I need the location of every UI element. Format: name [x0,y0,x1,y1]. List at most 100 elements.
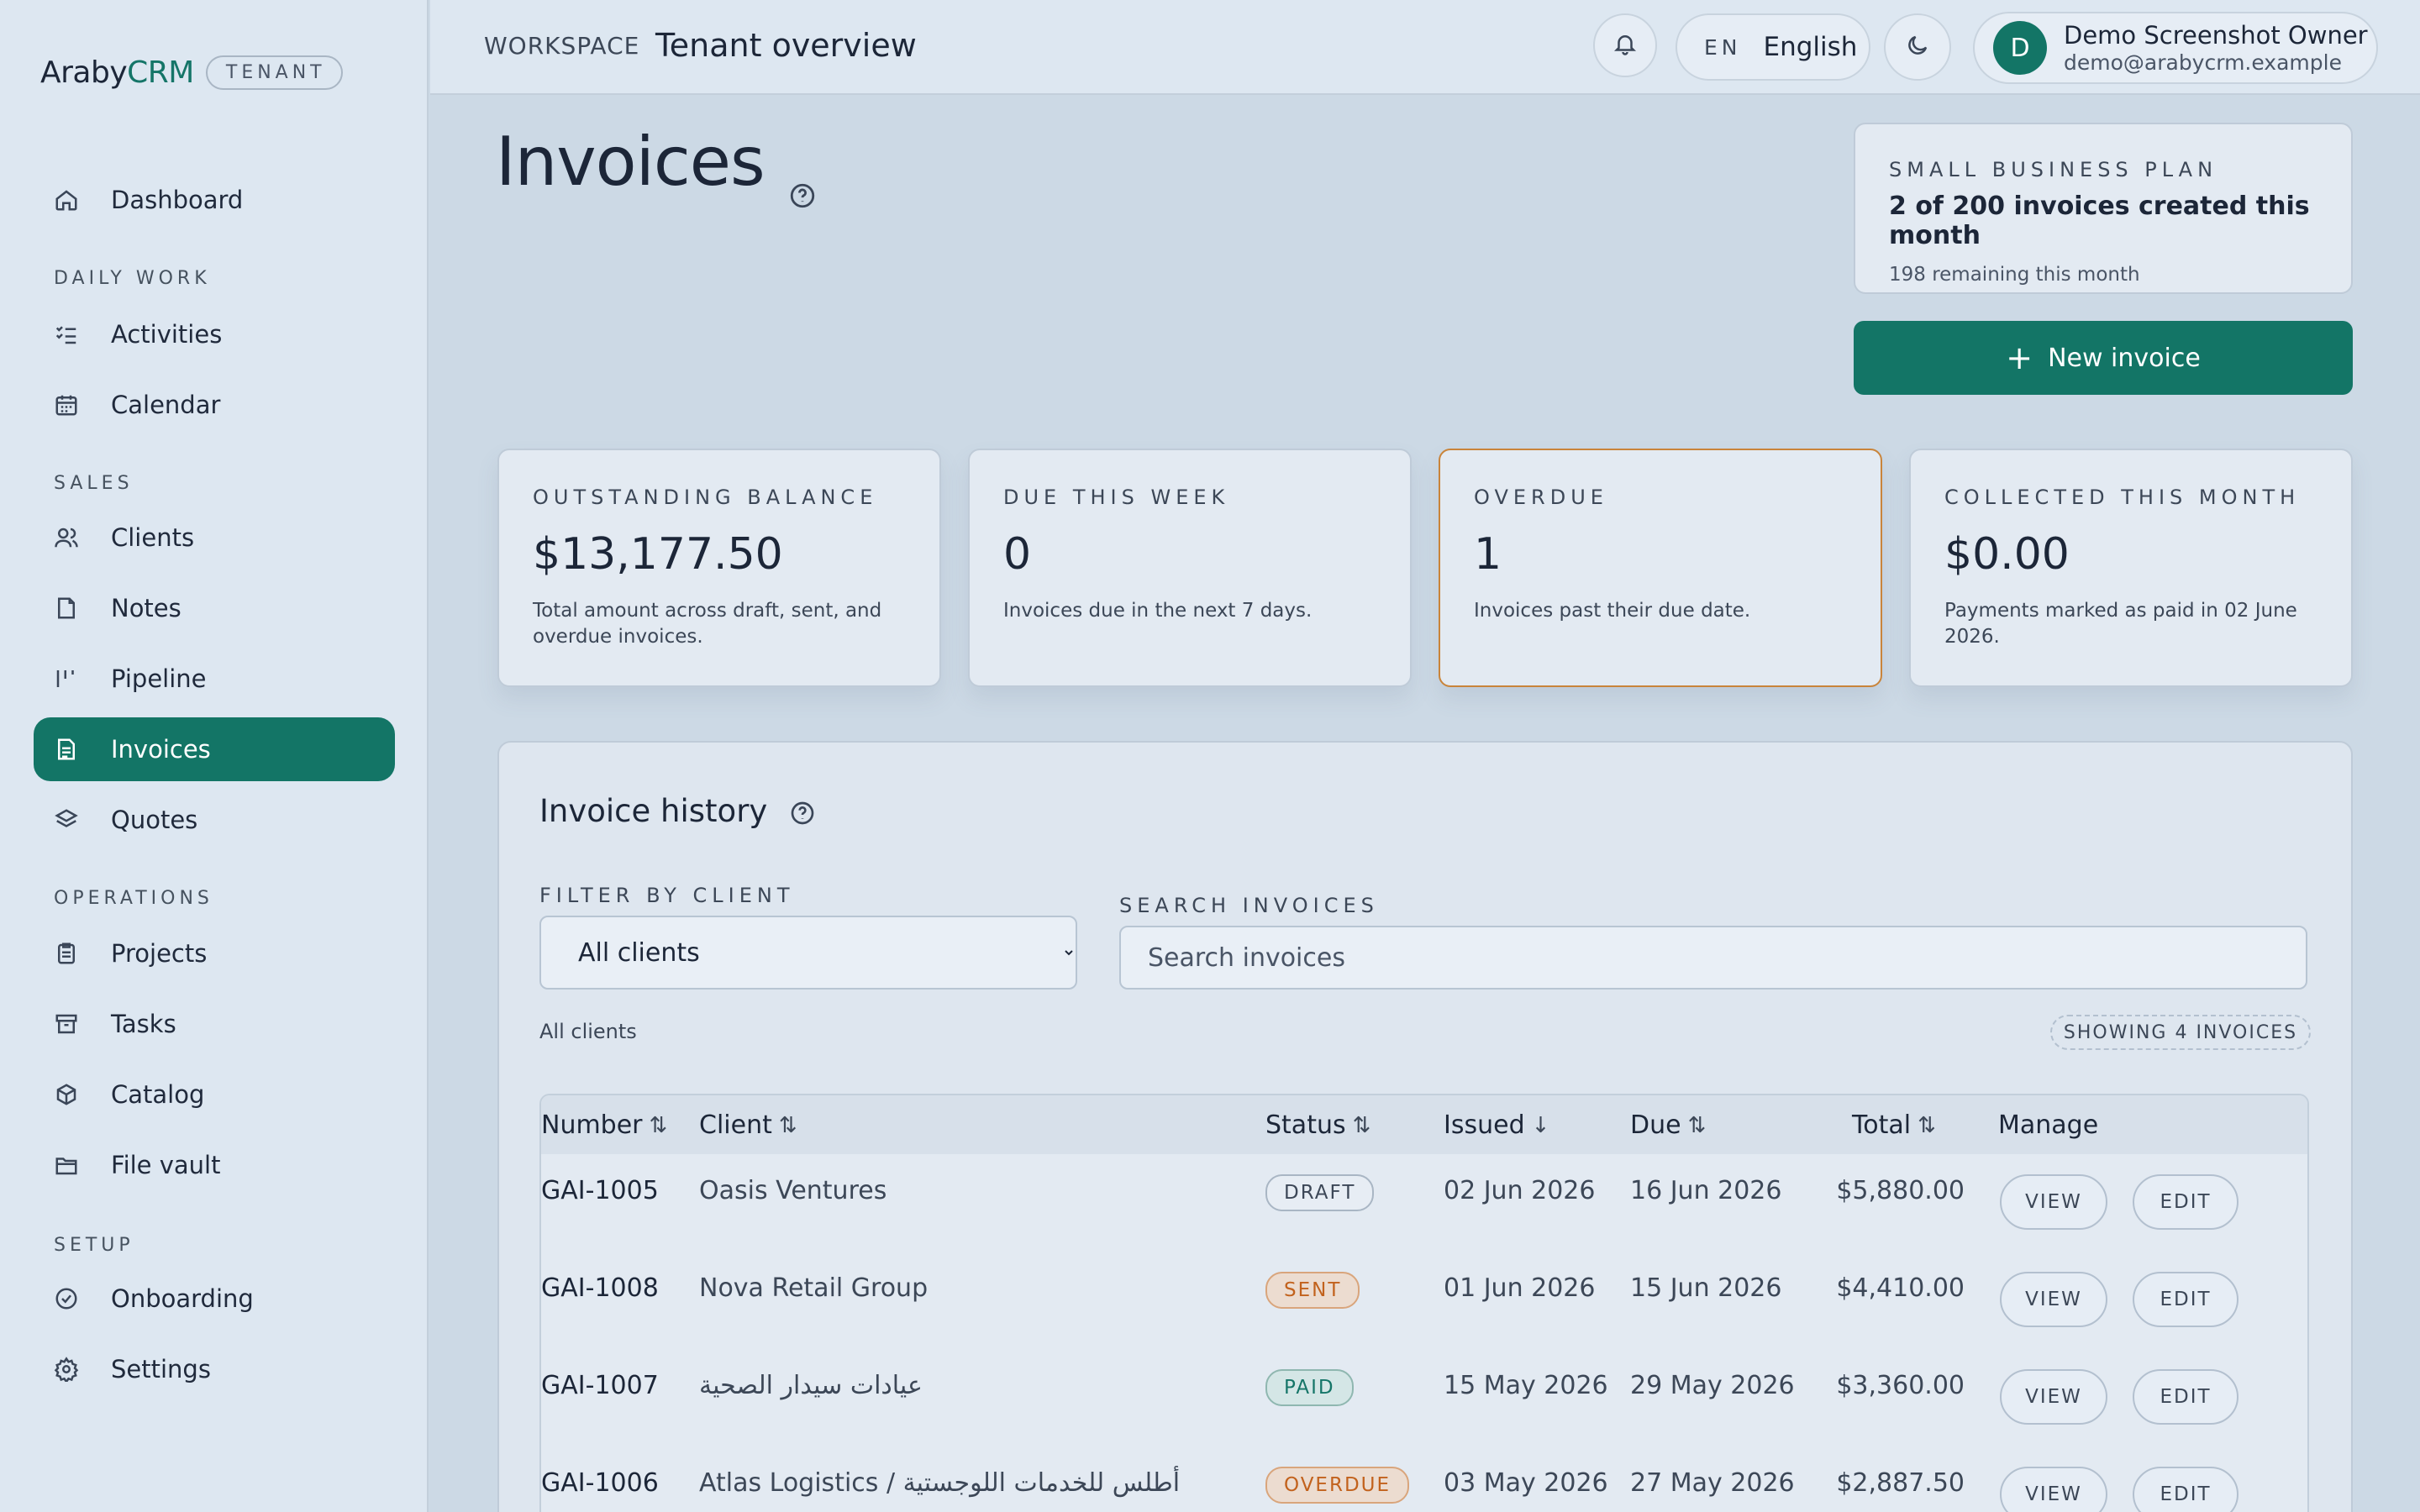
column-client[interactable]: Client ⇅ [699,1110,797,1140]
gear-icon [52,1355,81,1383]
table-row: GAI-1006 Atlas Logistics / أطلس للخدمات … [541,1446,2307,1512]
sidebar-item-calendar[interactable]: Calendar [34,373,395,437]
view-button[interactable]: VIEW [2000,1272,2107,1327]
column-status[interactable]: Status ⇅ [1265,1110,1370,1140]
top-bar: WORKSPACE Tenant overview EN English D D… [430,0,2420,95]
edit-button[interactable]: EDIT [2133,1369,2238,1425]
invoice-issued: 03 May 2026 [1444,1468,1608,1498]
invoice-number[interactable]: GAI-1007 [541,1371,659,1400]
invoice-number[interactable]: GAI-1006 [541,1468,659,1498]
users-icon [52,523,81,552]
list-check-icon [52,320,81,349]
stat-card-outstanding: OUTSTANDING BALANCE $13,177.50 Total amo… [497,449,941,687]
table-row: GAI-1008 Nova Retail Group SENT 01 Jun 2… [541,1252,2307,1349]
stat-label: COLLECTED THIS MONTH [1944,486,2301,509]
user-name: Demo Screenshot Owner [2064,21,2368,50]
box-icon [52,1080,81,1109]
search-input[interactable] [1119,926,2307,990]
edit-button[interactable]: EDIT [2133,1467,2238,1512]
sidebar-item-projects[interactable]: Projects [34,921,395,985]
sidebar-item-tasks[interactable]: Tasks [34,992,395,1056]
page-title-row: Invoices [496,123,817,207]
view-button[interactable]: VIEW [2000,1467,2107,1512]
theme-toggle-button[interactable] [1884,13,1951,81]
stat-description: Invoices past their due date. [1474,600,1751,622]
invoice-client: Atlas Logistics / أطلس للخدمات اللوجستية [699,1468,1181,1498]
stat-description: Total amount across draft, sent, and ove… [533,600,882,648]
invoice-due: 15 Jun 2026 [1630,1273,1782,1303]
sidebar-item-settings[interactable]: Settings [34,1337,395,1401]
invoice-total: $2,887.50 [1836,1468,1965,1498]
column-issued[interactable]: Issued ↓ [1444,1110,1549,1140]
client-filter-select[interactable]: All clients [539,916,1077,990]
active-filter-note: All clients [539,1020,637,1043]
column-manage: Manage [1998,1110,2099,1140]
invoice-due: 16 Jun 2026 [1630,1176,1782,1205]
invoice-number[interactable]: GAI-1005 [541,1176,659,1205]
sidebar-item-invoices[interactable]: Invoices [34,717,395,781]
notifications-button[interactable] [1593,13,1657,77]
layers-icon [52,806,81,834]
sidebar-item-pipeline[interactable]: Pipeline [34,647,395,711]
sidebar-item-dashboard[interactable]: Dashboard [34,168,395,232]
sidebar-item-onboarding[interactable]: Onboarding [34,1267,395,1331]
search-invoices-label: SEARCH INVOICES [1119,894,1379,917]
invoice-total: $5,880.00 [1836,1176,1965,1205]
edit-button[interactable]: EDIT [2133,1174,2238,1230]
view-button[interactable]: VIEW [2000,1369,2107,1425]
invoice-table: Number ⇅ Client ⇅ Status ⇅ Issued ↓ Due ⇅ Tot… [539,1094,2309,1512]
filter-by-client-label: FILTER BY CLIENT [539,884,795,907]
section-operations: OPERATIONS [54,888,213,909]
breadcrumb-workspace[interactable]: WORKSPACE [484,32,639,60]
invoice-due: 29 May 2026 [1630,1371,1795,1400]
page-title: Invoices [496,123,765,201]
edit-button[interactable]: EDIT [2133,1272,2238,1327]
brand[interactable]: ArabyCRM TENANT [40,55,343,90]
stat-value: $0.00 [1944,529,2070,580]
column-number[interactable]: Number ⇅ [541,1110,667,1140]
avatar: D [1993,21,2047,75]
plan-label: SMALL BUSINESS PLAN [1889,158,2218,181]
section-sales: SALES [54,473,134,494]
pipeline-icon [52,664,81,693]
invoice-history-title: Invoice history [539,793,768,829]
sort-icon: ⇅ [1918,1112,1936,1138]
sort-desc-icon: ↓ [1531,1112,1550,1138]
invoice-history-panel: Invoice history FILTER BY CLIENT All cli… [497,741,2353,1512]
note-icon [52,594,81,622]
invoice-history-heading: Invoice history [539,793,816,829]
status-badge: PAID [1265,1369,1354,1406]
help-icon[interactable] [788,148,817,207]
sidebar-item-catalog[interactable]: Catalog [34,1063,395,1126]
plan-remaining: 198 remaining this month [1889,264,2140,286]
sidebar-item-notes[interactable]: Notes [34,576,395,640]
status-badge: DRAFT [1265,1174,1375,1211]
user-email: demo@arabycrm.example [2064,50,2342,75]
user-menu[interactable]: D Demo Screenshot Owner demo@arabycrm.ex… [1973,12,2378,84]
sidebar-item-file-vault[interactable]: File vault [34,1133,395,1197]
view-button[interactable]: VIEW [2000,1174,2107,1230]
invoice-client: عيادات سيدار الصحية [699,1371,923,1400]
column-due[interactable]: Due ⇅ [1630,1110,1706,1140]
brand-logo: ArabyCRM [40,55,194,90]
plus-icon: + [2006,339,2033,376]
help-icon[interactable] [789,798,816,825]
plan-count: 2 of 200 invoices created this month [1889,192,2310,250]
check-circle-icon [52,1284,81,1313]
table-row: GAI-1007 عيادات سيدار الصحية PAID 15 May… [541,1349,2307,1446]
invoice-number[interactable]: GAI-1008 [541,1273,659,1303]
breadcrumb-title: Tenant overview [655,27,917,64]
invoice-client: Oasis Ventures [699,1176,887,1205]
invoice-count-badge: SHOWING 4 INVOICES [2050,1015,2311,1050]
sidebar-item-activities[interactable]: Activities [34,302,395,366]
column-total[interactable]: Total ⇅ [1852,1110,1936,1140]
sidebar-item-clients[interactable]: Clients [34,506,395,570]
new-invoice-button[interactable]: + New invoice [1854,321,2353,395]
sort-icon: ⇅ [649,1112,668,1138]
home-icon [52,186,81,214]
clipboard-icon [52,939,81,968]
language-switcher[interactable]: EN English [1676,13,1870,81]
sidebar-item-quotes[interactable]: Quotes [34,788,395,852]
archive-icon [52,1010,81,1038]
sort-icon: ⇅ [1687,1112,1707,1138]
